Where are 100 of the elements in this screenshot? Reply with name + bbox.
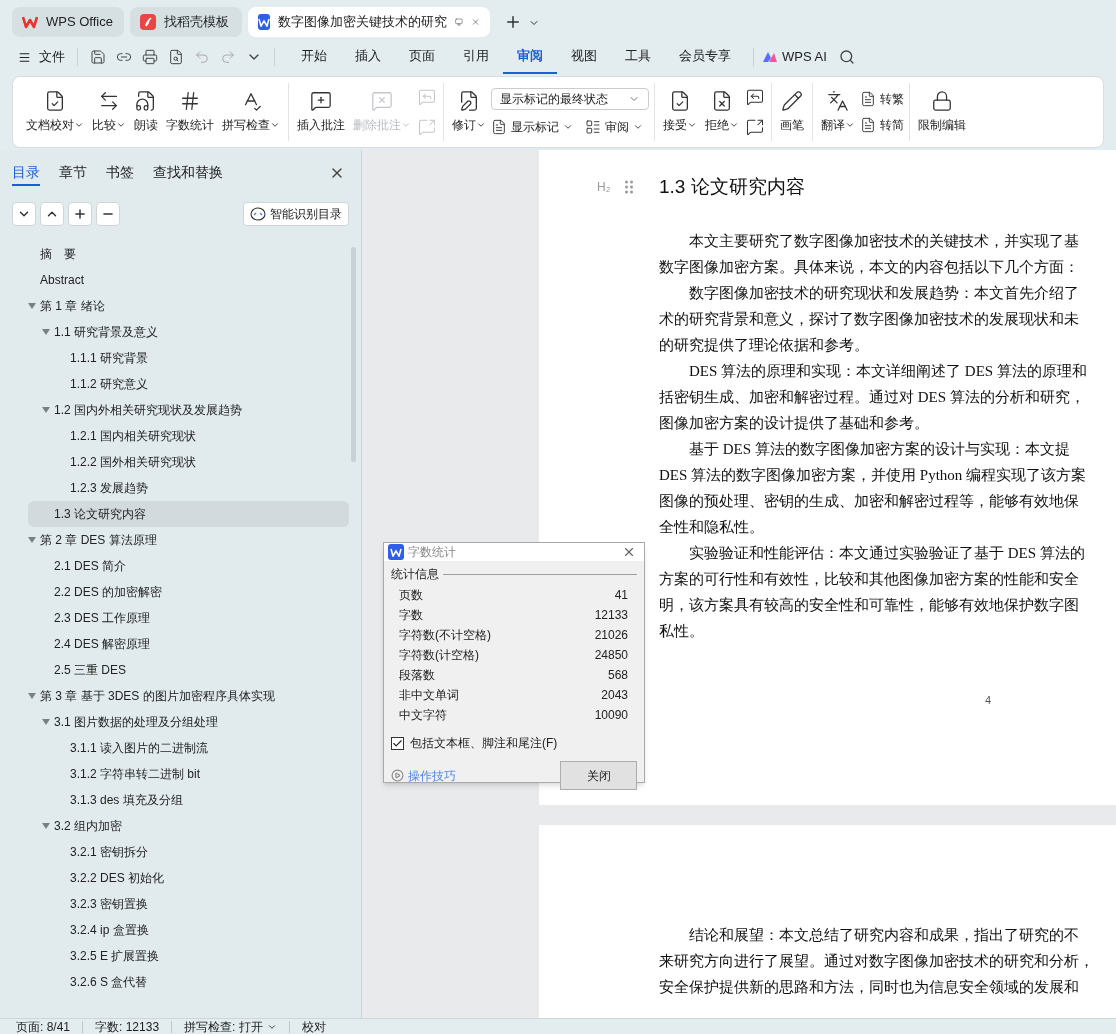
- body-text-line: 的研究提供了理论依据和参考。: [659, 336, 870, 355]
- expanded-triangle-icon: [42, 823, 50, 829]
- ribbon-button[interactable]: 转简: [860, 116, 904, 134]
- outline-item[interactable]: 1.1 研究背景及意义: [28, 319, 349, 345]
- outline-item[interactable]: 3.2 组内加密: [28, 813, 349, 839]
- ribbon-button[interactable]: 文档校对: [23, 86, 87, 138]
- panel-tab[interactable]: 书签: [106, 160, 134, 186]
- body-text-line: 图像加密方案的设计提供了基础和参考。: [659, 414, 930, 433]
- ribbon-button[interactable]: 字数统计: [163, 86, 217, 138]
- compare-arrows-icon: [98, 90, 120, 112]
- ribbon-tab[interactable]: 审阅: [503, 40, 557, 74]
- outline-item[interactable]: 2.3 DES 工作原理: [28, 605, 349, 631]
- outline-item[interactable]: 3.2.3 密钥置换: [28, 891, 349, 917]
- panel-tab[interactable]: 查找和替换: [153, 160, 223, 186]
- outline-item[interactable]: 3.1 图片数据的处理及分组处理: [28, 709, 349, 735]
- ribbon-button[interactable]: 拒绝: [702, 86, 742, 138]
- lock-icon: [931, 90, 953, 112]
- caret-icon: [845, 120, 855, 130]
- number-icon: [179, 90, 201, 112]
- ribbon-button[interactable]: 拼写检查: [219, 86, 283, 138]
- body-text-line: 实验验证和性能评估：本文通过实验验证了基于 DES 算法的: [688, 544, 1086, 563]
- new-tab-icon[interactable]: [504, 13, 522, 31]
- outline-item[interactable]: 1.2.3 发展趋势: [28, 475, 349, 501]
- ribbon-tab[interactable]: 视图: [557, 40, 611, 74]
- caret-icon: [270, 120, 280, 130]
- outline-item[interactable]: 2.2 DES 的加密解密: [28, 579, 349, 605]
- outline-item[interactable]: 第 2 章 DES 算法原理: [28, 527, 349, 553]
- file-menu-button[interactable]: 文件: [18, 47, 65, 67]
- outline-item[interactable]: 3.2.2 DES 初始化: [28, 865, 349, 891]
- outline-item[interactable]: 第 1 章 绪论: [28, 293, 349, 319]
- outline-item[interactable]: 摘 要: [28, 241, 349, 267]
- ribbon-button[interactable]: 画笔: [777, 86, 807, 138]
- expanded-triangle-icon: [28, 303, 36, 309]
- ribbon-button[interactable]: 比较: [89, 86, 129, 138]
- plus-icon: [73, 207, 87, 221]
- outline-item[interactable]: 第 3 章 基于 3DES 的图片加密程序具体实现: [28, 683, 349, 709]
- body-text-line: 数字图像加密技术的研究现状和发展趋势：本文首先介绍了: [688, 284, 1080, 303]
- expand-button[interactable]: [40, 202, 64, 226]
- outline-item[interactable]: 2.1 DES 简介: [28, 553, 349, 579]
- drag-handle-icon[interactable]: [625, 180, 633, 194]
- outline-item[interactable]: Abstract: [28, 267, 349, 293]
- translate-icon: [827, 90, 849, 112]
- smart-toc-button[interactable]: 智能识别目录: [243, 202, 349, 226]
- expanded-triangle-icon: [28, 537, 36, 543]
- group-label: 统计信息: [391, 566, 439, 583]
- ribbon-button[interactable]: 显示标记: [491, 118, 573, 136]
- ribbon-button[interactable]: 接受: [660, 86, 700, 138]
- outline-item[interactable]: 1.2 国内外相关研究现状及发展趋势: [28, 397, 349, 423]
- ribbon-tab[interactable]: 插入: [341, 40, 395, 74]
- outline-item[interactable]: 1.3 论文研究内容: [28, 501, 349, 527]
- logo-icon: [140, 14, 156, 30]
- ribbon-button[interactable]: 朗读: [131, 86, 161, 138]
- search-icon[interactable]: [838, 49, 855, 65]
- outline-item[interactable]: 3.2.5 E 扩展置换: [28, 943, 349, 969]
- close-button[interactable]: 关闭: [560, 761, 637, 790]
- panel-tab[interactable]: 章节: [59, 160, 87, 186]
- ai-button[interactable]: WPS AI: [762, 47, 827, 67]
- outline-item[interactable]: 3.2.1 密钥拆分: [28, 839, 349, 865]
- status-item[interactable]: 拼写检查: 打开: [184, 1020, 277, 1033]
- remove-level-button[interactable]: [96, 202, 120, 226]
- app-tab[interactable]: 找稻壳模板: [130, 7, 242, 37]
- app-tab[interactable]: 数字图像加密关键技术的研究: [248, 7, 490, 37]
- print-icon[interactable]: [142, 49, 158, 65]
- ribbon-button[interactable]: 限制编辑: [915, 86, 969, 138]
- outline-item[interactable]: 1.1.2 研究意义: [28, 371, 349, 397]
- ribbon-tab[interactable]: 引用: [449, 40, 503, 74]
- outline-item[interactable]: 2.4 DES 解密原理: [28, 631, 349, 657]
- checkbox[interactable]: [391, 736, 404, 750]
- ribbon-tab[interactable]: 页面: [395, 40, 449, 74]
- ribbon-button[interactable]: 插入批注: [294, 86, 348, 138]
- ribbon-tab[interactable]: 会员专享: [665, 40, 745, 74]
- body-text-line: 本文主要研究了数字图像加密技术的关键技术，并实现了基: [688, 232, 1080, 251]
- pen-icon: [781, 90, 803, 112]
- ribbon-button[interactable]: 翻译: [818, 86, 858, 138]
- close-icon[interactable]: [622, 545, 636, 559]
- outline-item[interactable]: 3.1.3 des 填充及分组: [28, 787, 349, 813]
- ribbon-button[interactable]: 审阅: [585, 118, 643, 136]
- scrollbar-thumb[interactable]: [351, 247, 356, 462]
- outline-item[interactable]: 3.2.6 S 盒代替: [28, 969, 349, 995]
- outline-item[interactable]: 1.1.1 研究背景: [28, 345, 349, 371]
- ribbon-tab[interactable]: 开始: [287, 40, 341, 74]
- body-text-line: 安全保护提供新的思路和方法，同时也为信息安全领域的发展和: [659, 978, 1080, 997]
- ribbon-button[interactable]: 修订: [449, 86, 489, 138]
- collapse-button[interactable]: [12, 202, 36, 226]
- outline-item[interactable]: 3.1.2 字符串转二进制 bit: [28, 761, 349, 787]
- ribbon-button[interactable]: 转繁: [860, 90, 904, 108]
- print-preview-icon[interactable]: [168, 49, 184, 65]
- outline-item[interactable]: 3.1.1 读入图片的二进制流: [28, 735, 349, 761]
- body-text-line: 括密钥生成、加密和解密过程。通过对 DES 算法的分析和研究，: [659, 388, 1086, 407]
- outline-item[interactable]: 2.5 三重 DES: [28, 657, 349, 683]
- ribbon-tab[interactable]: 工具: [611, 40, 665, 74]
- app-tab[interactable]: WPS Office: [12, 7, 124, 37]
- panel-tab[interactable]: 目录: [12, 160, 40, 186]
- save-icon[interactable]: [90, 49, 106, 65]
- outline-item[interactable]: 1.2.2 国外相关研究现状: [28, 449, 349, 475]
- markup-select[interactable]: 显示标记的最终状态: [491, 88, 649, 110]
- outline-item[interactable]: 3.2.4 ip 盒置换: [28, 917, 349, 943]
- play-icon: [391, 769, 404, 782]
- outline-item[interactable]: 1.2.1 国内相关研究现状: [28, 423, 349, 449]
- add-level-button[interactable]: [68, 202, 92, 226]
